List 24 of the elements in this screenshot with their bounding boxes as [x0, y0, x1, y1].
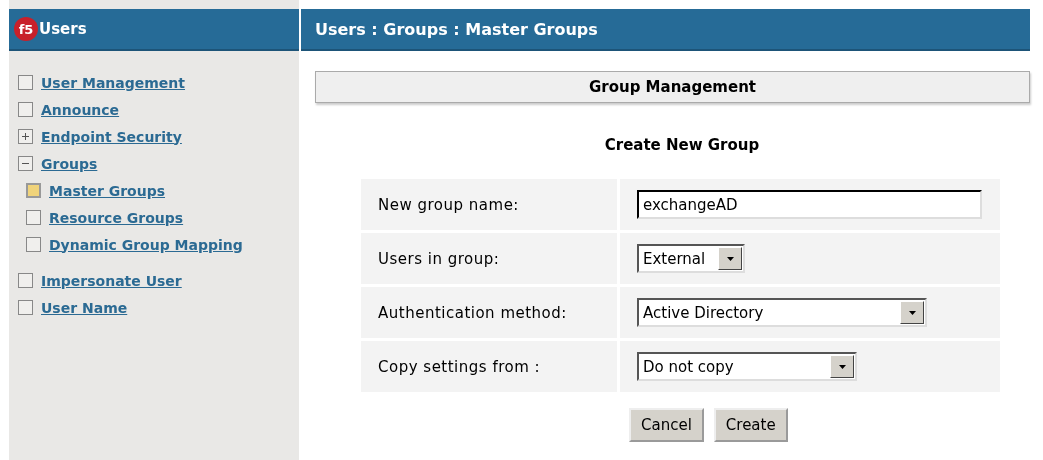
dropdown[interactable]: Active Directory — [637, 298, 927, 327]
cancel-button[interactable]: Cancel — [629, 408, 704, 442]
dropdown[interactable]: External — [637, 244, 745, 273]
field-label: New group name: — [361, 179, 617, 230]
field-label: Users in group: — [361, 233, 617, 284]
nav-link[interactable]: Master Groups — [49, 182, 165, 199]
nav-link[interactable]: Dynamic Group Mapping — [49, 236, 243, 253]
nav-link[interactable]: User Name — [41, 299, 128, 316]
nav-link[interactable]: User Management — [41, 74, 186, 91]
nav-link[interactable]: Resource Groups — [49, 209, 184, 226]
nav-link[interactable]: Announce — [41, 101, 120, 118]
nav-link[interactable]: Impersonate User — [41, 272, 182, 289]
field-label: Authentication method: — [361, 287, 617, 338]
sidebar-title: Users — [39, 20, 87, 38]
section-header: Group Management — [315, 71, 1030, 103]
nav-link[interactable]: Endpoint Security — [41, 128, 182, 145]
dropdown[interactable]: Do not copy — [637, 352, 857, 381]
form-title: Create New Group — [603, 136, 761, 154]
logo-icon: f5 — [14, 17, 38, 41]
field-label: Copy settings from : — [361, 341, 617, 392]
create-button[interactable]: Create — [713, 408, 788, 442]
breadcrumb: Users : Groups : Master Groups — [315, 19, 598, 39]
nav-link[interactable]: Groups — [41, 155, 98, 172]
input-field[interactable]: exchangeAD — [637, 190, 982, 219]
